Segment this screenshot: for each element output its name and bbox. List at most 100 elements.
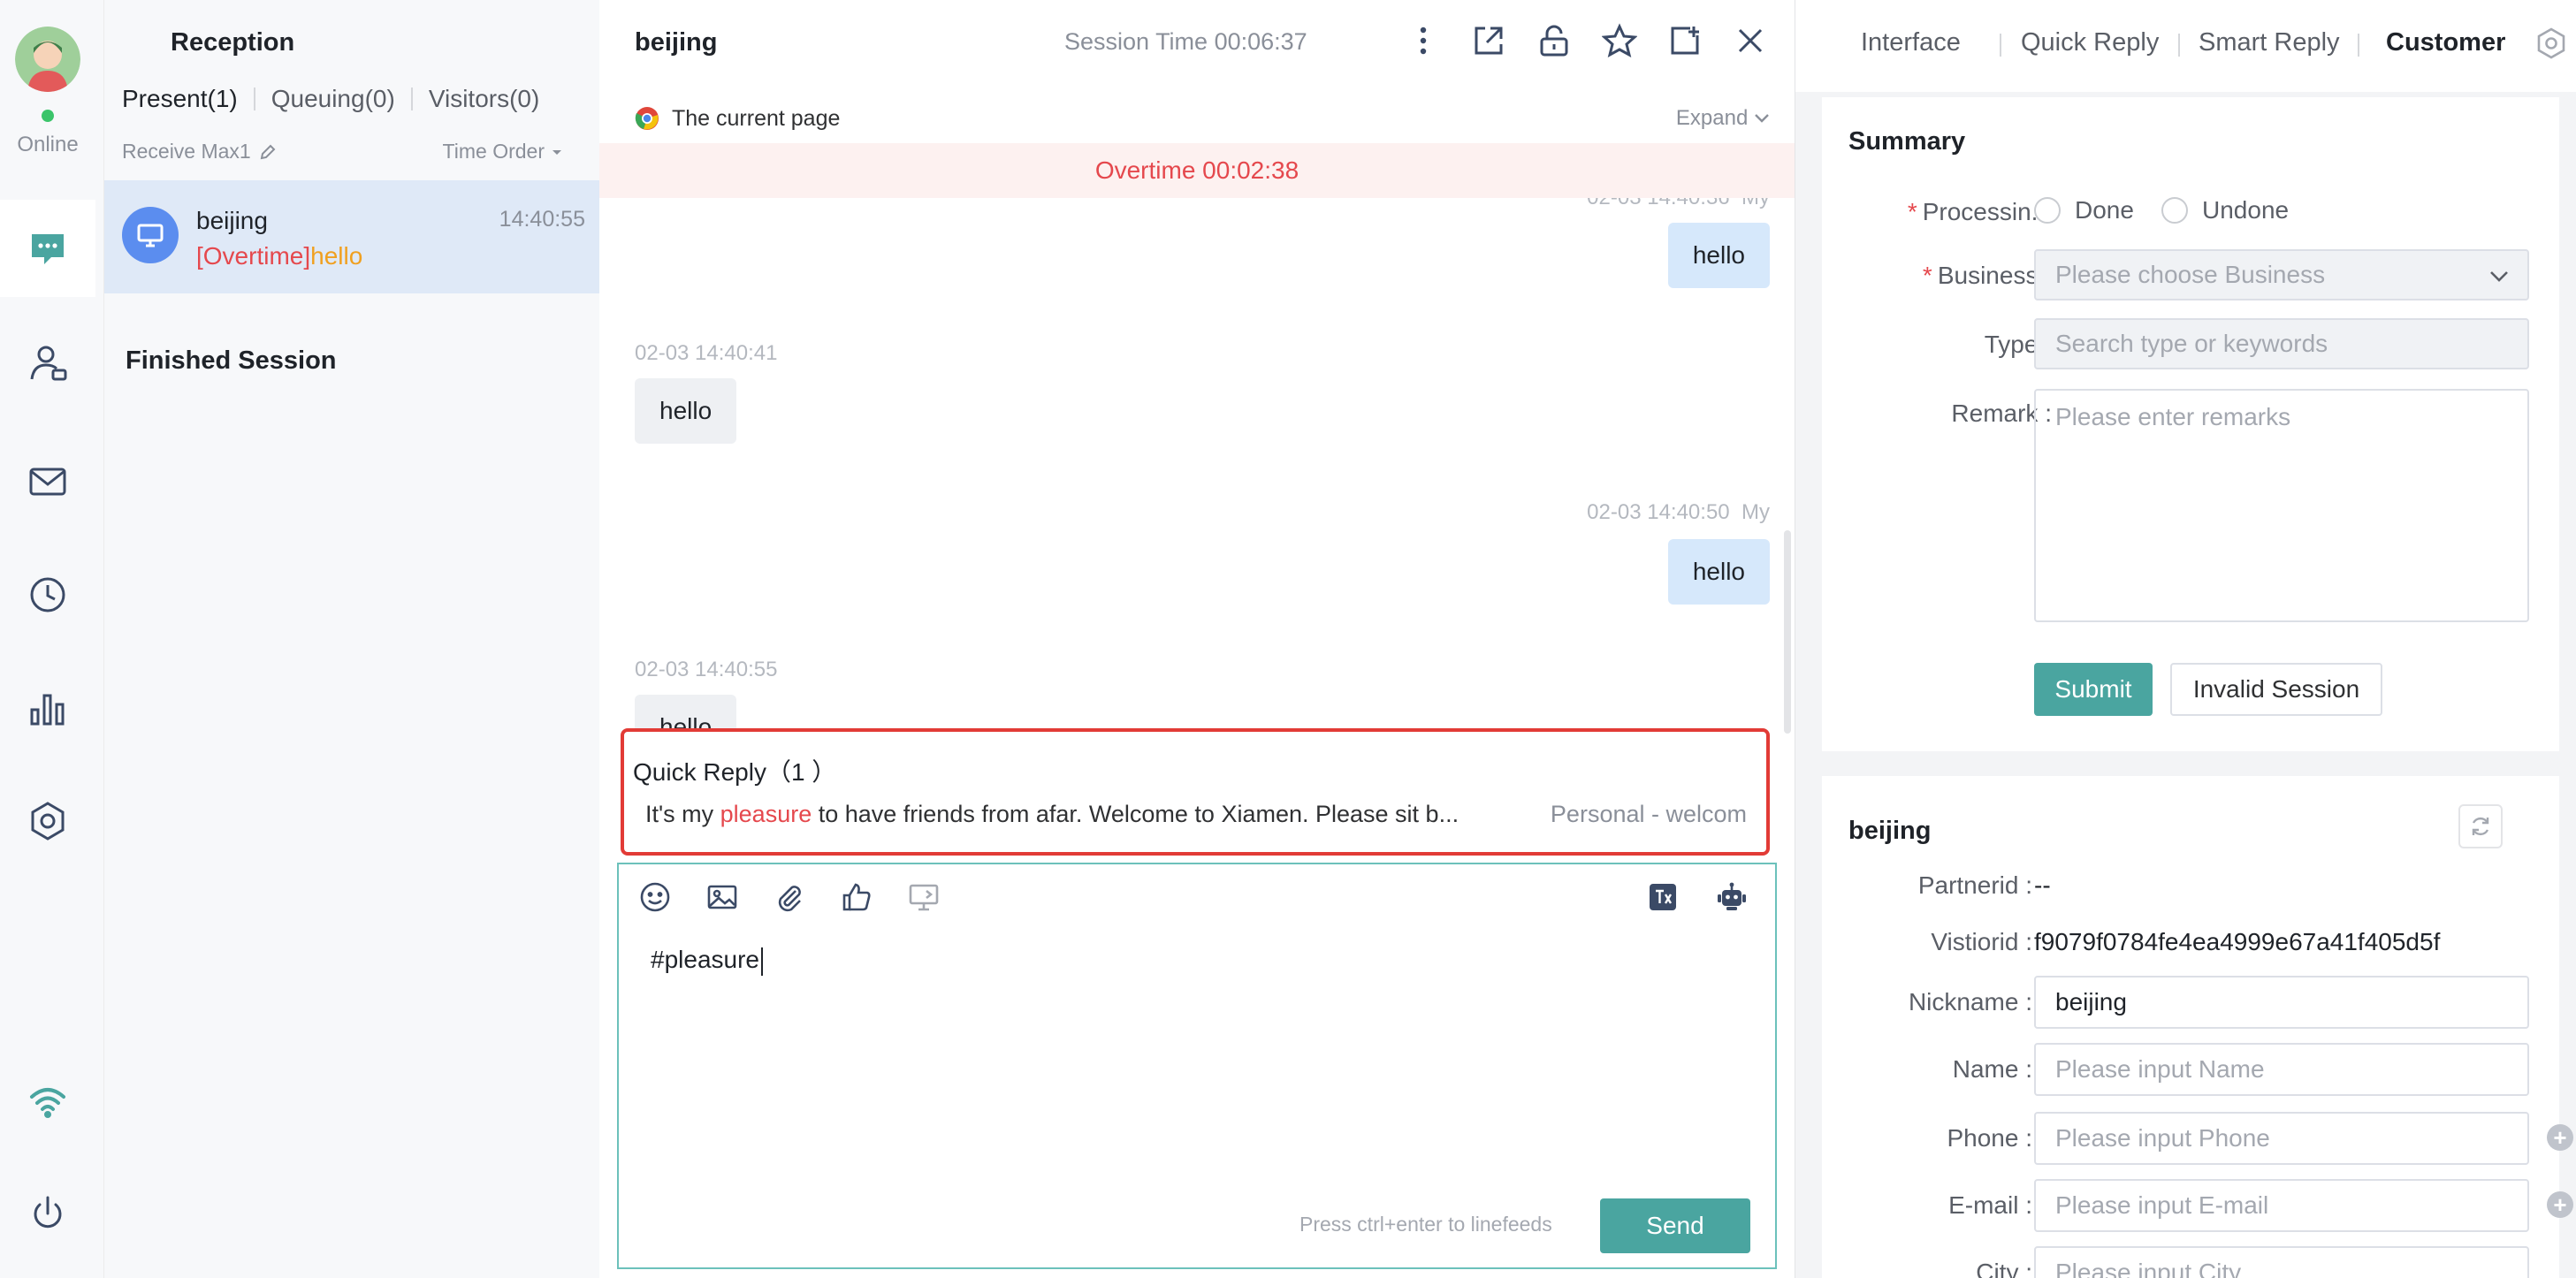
monitor-icon (137, 224, 164, 247)
radio-done[interactable]: Done (2034, 196, 2134, 224)
editor-toolbar (638, 880, 941, 914)
rail-chat[interactable] (0, 200, 95, 297)
time-order-dropdown[interactable]: Time Order (443, 140, 582, 164)
message-editor: #pleasure Press ctrl+enter to linefeeds … (617, 863, 1777, 1269)
tab-present[interactable]: Present(1) (122, 85, 254, 113)
remark-textarea[interactable]: Please enter remarks (2034, 389, 2529, 622)
message-timestamp: 02-03 14:40:36 My (1587, 198, 1770, 210)
rail-logout[interactable] (0, 1165, 95, 1262)
overtime-tag: [Overtime] (196, 242, 311, 270)
radio-circle (2034, 197, 2061, 224)
message-bubble-outgoing: hello (1667, 539, 1770, 605)
add-email-icon[interactable]: + (2547, 1191, 2573, 1218)
online-status-dot (42, 110, 54, 122)
image-icon[interactable] (705, 880, 739, 914)
expand-toggle[interactable]: Expand (1676, 106, 1770, 131)
city-label: City : (1976, 1259, 2032, 1278)
edit-icon[interactable] (258, 142, 278, 162)
overtime-banner: Overtime 00:02:38 (599, 143, 1795, 198)
screen-share-icon[interactable] (907, 880, 941, 914)
radio-undone[interactable]: Undone (2161, 196, 2289, 224)
partnerid-label: Partnerid : (1917, 871, 2032, 899)
robot-icon[interactable] (1715, 880, 1749, 914)
linefeed-hint: Press ctrl+enter to linefeeds (1299, 1213, 1552, 1236)
tab-customer[interactable]: Customer (2386, 28, 2505, 57)
transfer-icon[interactable] (1471, 23, 1506, 58)
caret-down-icon (553, 149, 561, 155)
summary-title: Summary (1848, 127, 1966, 156)
nickname-label: Nickname : (1908, 988, 2032, 1016)
city-input[interactable]: Please input City (2034, 1246, 2529, 1278)
add-note-icon[interactable] (1667, 23, 1703, 58)
tab-visitors[interactable]: Visitors(0) (413, 85, 556, 113)
text-caret (760, 947, 763, 976)
power-icon (34, 1196, 62, 1229)
business-select[interactable]: Please choose Business (2034, 249, 2529, 300)
type-search-input[interactable]: Search type or keywords (2034, 318, 2529, 369)
mail-icon (29, 468, 66, 496)
close-icon[interactable] (1733, 23, 1768, 58)
more-vertical-icon[interactable] (1406, 23, 1441, 58)
send-button[interactable]: Send (1600, 1198, 1750, 1253)
session-time: 14:40:55 (499, 207, 585, 232)
agent-avatar[interactable] (15, 27, 80, 92)
settings-icon[interactable] (2534, 27, 2568, 60)
tab-divider (2000, 34, 2001, 57)
phone-label: Phone : (1947, 1124, 2032, 1152)
time-order-label: Time Order (442, 140, 545, 163)
rail-history[interactable] (0, 546, 95, 643)
customer-name-title: beijing (1848, 817, 1932, 845)
right-tabs: Interface Quick Reply Smart Reply Custom… (1795, 0, 2576, 92)
right-panel: Interface Quick Reply Smart Reply Custom… (1795, 0, 2576, 1278)
radio-circle (2161, 197, 2188, 224)
app-root: Online Reception Present(1) Queuing(0) V… (0, 0, 2576, 1278)
browser-icon (635, 107, 659, 130)
expand-label: Expand (1675, 106, 1749, 130)
quick-reply-option[interactable]: It's my pleasure to have friends from af… (645, 801, 1459, 828)
visitorid-value: f9079f0784fe4ea4999e67a41f405d5f (2034, 928, 2441, 955)
rail-customer[interactable] (0, 315, 95, 412)
refresh-icon (2472, 817, 2489, 836)
refresh-button[interactable] (2458, 804, 2503, 848)
message-input[interactable]: #pleasure (651, 946, 763, 976)
rail-settings[interactable] (0, 772, 95, 870)
editor-toolbar-right (1646, 880, 1749, 914)
rail-mail[interactable] (0, 433, 95, 530)
last-message-text: hello (310, 242, 363, 270)
phone-input[interactable]: Please input Phone (2034, 1112, 2529, 1165)
name-input[interactable]: Please input Name (2034, 1043, 2529, 1096)
add-phone-icon[interactable]: + (2547, 1124, 2573, 1151)
star-icon[interactable] (1602, 23, 1637, 58)
emoji-icon[interactable] (638, 880, 672, 914)
nickname-input[interactable]: beijing (2034, 976, 2529, 1029)
clock-icon (30, 577, 65, 612)
rail-statistics[interactable] (0, 659, 95, 757)
finished-session-header[interactable]: Finished Session (126, 346, 337, 376)
email-input[interactable]: Please input E-mail (2034, 1179, 2529, 1232)
chat-visitor-name: beijing (635, 28, 718, 57)
thumbs-up-icon[interactable] (840, 880, 873, 914)
online-status-label: Online (17, 133, 79, 156)
session-meta: Receive Max1 Time Order (122, 140, 582, 164)
chat-toolbar (1406, 23, 1768, 58)
translate-icon[interactable] (1646, 880, 1680, 914)
panel-title: Reception (171, 28, 295, 57)
invalid-session-button[interactable]: Invalid Session (2170, 663, 2382, 716)
tab-queuing[interactable]: Queuing(0) (255, 85, 411, 113)
tab-smart-reply[interactable]: Smart Reply (2199, 28, 2340, 57)
partnerid-value: -- (2034, 871, 2051, 899)
processing-label: * Processin... (1907, 198, 2052, 225)
unlock-icon[interactable] (1536, 23, 1572, 58)
session-last-message: [Overtime]hello (196, 242, 362, 270)
session-list-item[interactable]: beijing 14:40:55 [Overtime]hello (104, 180, 599, 293)
message-scrollbar[interactable] (1784, 530, 1791, 734)
current-page-label: The current page (672, 106, 841, 131)
tab-interface[interactable]: Interface (1861, 28, 1961, 57)
session-tabs: Present(1) Queuing(0) Visitors(0) (122, 85, 555, 113)
chevron-down-icon (2490, 271, 2508, 282)
rail-network[interactable] (0, 1052, 95, 1149)
tab-quick-reply[interactable]: Quick Reply (2021, 28, 2159, 57)
submit-button[interactable]: Submit (2034, 663, 2153, 716)
attachment-icon[interactable] (773, 880, 806, 914)
chevron-down-icon (1755, 114, 1769, 123)
